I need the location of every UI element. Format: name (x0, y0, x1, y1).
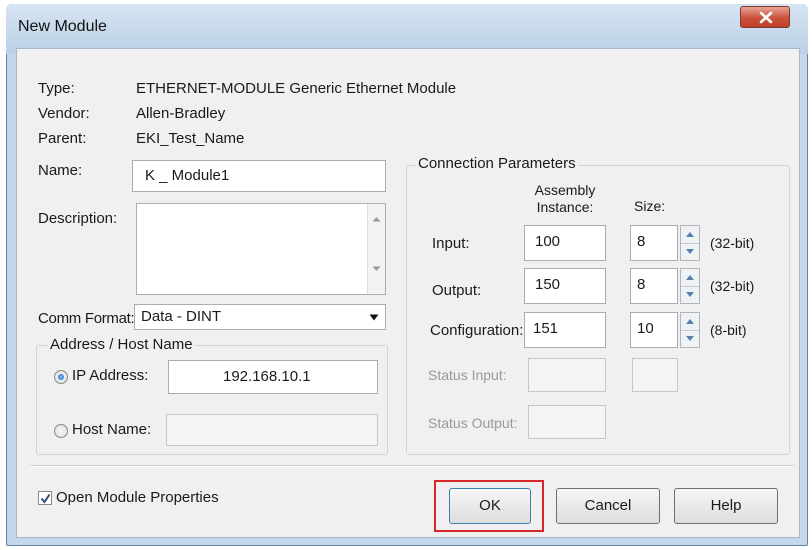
configuration-size-field[interactable]: 10 (630, 312, 678, 348)
name-label: Name: (38, 162, 83, 179)
name-field[interactable]: K _ Module1 (132, 160, 386, 192)
chevron-up-icon (686, 232, 694, 237)
input-unit: (32-bit) (710, 235, 755, 251)
assembly-instance-header: Assembly Instance: (534, 182, 596, 215)
input-label: Input: (432, 235, 470, 252)
description-field[interactable] (136, 203, 386, 295)
vendor-value: Allen-Bradley (136, 105, 226, 122)
title-bar[interactable] (6, 4, 808, 54)
input-instance-value: 100 (535, 233, 561, 250)
status-output-instance-field[interactable] (528, 405, 606, 439)
description-label: Description: (38, 210, 118, 227)
ip-address-label: IP Address: (72, 367, 149, 384)
footer-separator (30, 465, 794, 467)
status-output-label: Status Output: (428, 415, 518, 431)
output-unit: (32-bit) (710, 278, 755, 294)
output-size-field[interactable]: 8 (630, 268, 678, 304)
chevron-up-icon (686, 319, 694, 324)
output-label: Output: (432, 282, 482, 299)
close-icon (759, 11, 773, 24)
size-header: Size: (634, 198, 666, 214)
output-instance-field[interactable]: 150 (524, 268, 606, 304)
configuration-size-value: 10 (637, 320, 654, 337)
open-module-properties-checkbox[interactable] (38, 491, 52, 505)
comm-format-value: Data - DINT (141, 308, 222, 325)
window-title: New Module (18, 18, 107, 35)
address-group-label: Address / Host Name (48, 336, 195, 353)
vendor-label: Vendor: (38, 105, 90, 122)
name-value: K _ Module1 (145, 167, 230, 184)
host-name-field[interactable] (166, 414, 378, 446)
status-input-label: Status Input: (428, 367, 507, 383)
parent-value: EKI_Test_Name (136, 130, 245, 147)
input-size-field[interactable]: 8 (630, 225, 678, 261)
configuration-instance-value: 151 (533, 320, 559, 337)
input-instance-field[interactable]: 100 (524, 225, 606, 261)
close-button[interactable] (740, 6, 790, 28)
comm-format-select[interactable]: Data - DINT (134, 304, 386, 330)
help-button[interactable]: Help (674, 488, 778, 524)
spin-down-button[interactable] (681, 243, 699, 260)
host-name-label: Host Name: (72, 421, 152, 438)
open-module-properties-label: Open Module Properties (56, 489, 219, 506)
checkmark-icon (40, 493, 51, 504)
host-name-radio[interactable] (54, 424, 68, 438)
chevron-up-icon (686, 275, 694, 280)
status-input-size-field[interactable] (632, 358, 678, 392)
parent-label: Parent: (38, 130, 87, 147)
status-input-instance-field[interactable] (528, 358, 606, 392)
output-instance-value: 150 (535, 276, 561, 293)
input-size-spinner[interactable] (680, 225, 700, 261)
scroll-down-icon[interactable] (372, 266, 381, 272)
configuration-size-spinner[interactable] (680, 312, 700, 348)
chevron-down-icon (686, 292, 694, 297)
chevron-down-icon (686, 336, 694, 341)
chevron-down-icon (686, 249, 694, 254)
spin-up-button[interactable] (681, 313, 699, 331)
configuration-unit: (8-bit) (710, 322, 747, 338)
dropdown-arrow-icon (369, 314, 379, 321)
spin-down-button[interactable] (681, 330, 699, 347)
output-size-spinner[interactable] (680, 268, 700, 304)
cancel-button[interactable]: Cancel (556, 488, 660, 524)
ip-address-radio[interactable] (54, 370, 68, 384)
ip-address-value: 192.168.10.1 (223, 368, 311, 385)
scroll-up-icon[interactable] (372, 216, 381, 222)
ok-button[interactable]: OK (449, 488, 531, 524)
connection-parameters-label: Connection Parameters (416, 155, 578, 172)
type-value: ETHERNET-MODULE Generic Ethernet Module (136, 80, 457, 97)
type-label: Type: (38, 80, 75, 97)
configuration-label: Configuration: (430, 322, 524, 339)
configuration-instance-field[interactable]: 151 (524, 312, 606, 348)
description-scrollbar[interactable] (367, 204, 385, 294)
spin-up-button[interactable] (681, 226, 699, 244)
spin-down-button[interactable] (681, 286, 699, 303)
comm-format-label: Comm Format: (38, 310, 135, 327)
spin-up-button[interactable] (681, 269, 699, 287)
ip-address-field[interactable]: 192.168.10.1 (168, 360, 378, 394)
output-size-value: 8 (637, 276, 646, 293)
input-size-value: 8 (637, 233, 646, 250)
